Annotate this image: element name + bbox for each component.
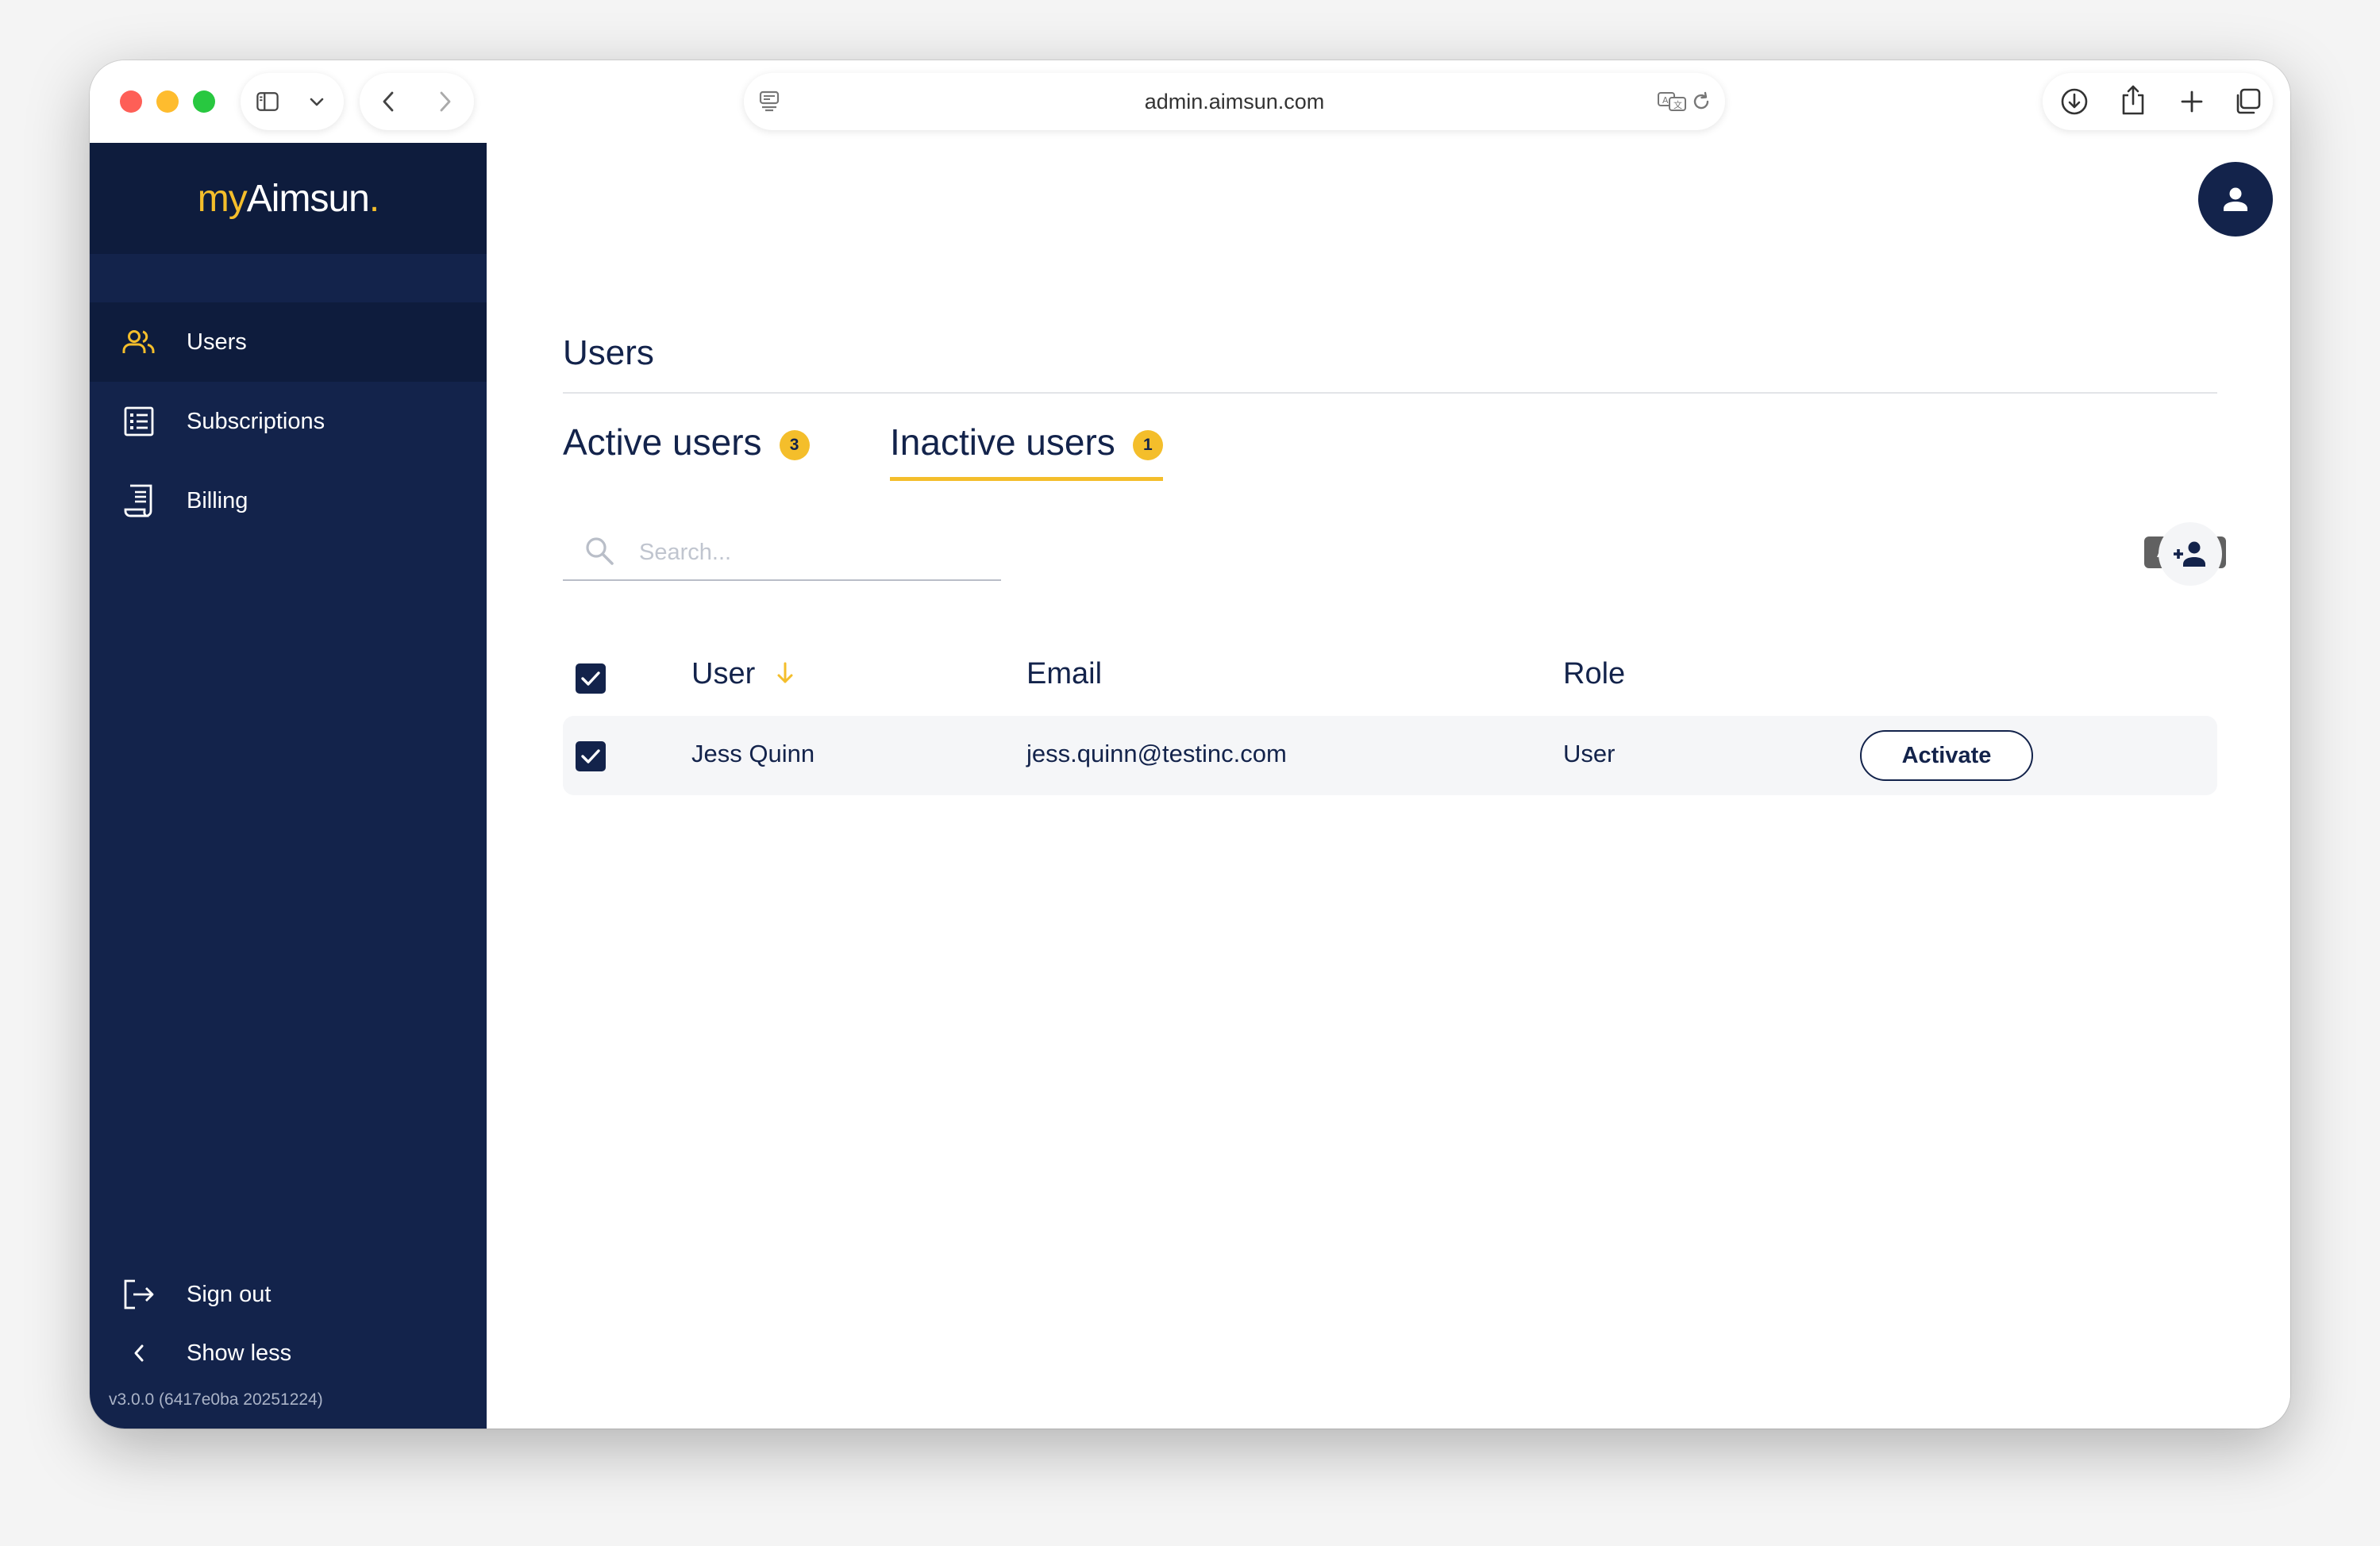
logo[interactable]: myAimsun. <box>198 177 379 221</box>
sidebar-toggle-icon[interactable] <box>256 90 279 113</box>
svg-text:A: A <box>1662 95 1669 106</box>
tab-label: Active users <box>563 421 762 463</box>
search-input[interactable] <box>639 530 988 575</box>
close-window-button[interactable] <box>120 90 142 113</box>
count-badge: 1 <box>1132 430 1163 460</box>
chevron-down-icon[interactable] <box>306 90 328 113</box>
logo-prefix: my <box>197 177 248 220</box>
url-text[interactable]: admin.aimsun.com <box>744 73 1725 130</box>
sidebar-toggle-group <box>241 73 344 130</box>
person-icon <box>2224 187 2247 211</box>
browser-window: admin.aimsun.com A文 myAimsun. Users Subs… <box>90 60 2290 1429</box>
sign-out-icon <box>121 1277 156 1312</box>
account-avatar[interactable] <box>2198 162 2273 237</box>
svg-text:文: 文 <box>1673 99 1682 110</box>
add-user-button[interactable] <box>2159 522 2222 586</box>
forward-icon[interactable] <box>434 90 456 113</box>
tab-inactive-users[interactable]: Inactive users 1 <box>890 421 1163 481</box>
activate-button[interactable]: Activate <box>1860 730 2033 781</box>
users-icon <box>121 325 156 360</box>
tab-active-users[interactable]: Active users 3 <box>563 421 810 481</box>
column-header-role[interactable]: Role <box>1563 657 1625 691</box>
sign-out-button[interactable]: Sign out <box>90 1267 487 1322</box>
history-nav-group <box>360 73 474 130</box>
sidebar-item-users[interactable]: Users <box>90 302 487 382</box>
cell-user: Jess Quinn <box>691 740 815 767</box>
tab-label: Inactive users <box>890 421 1115 463</box>
sidebar-item-label: Users <box>187 329 247 355</box>
sidebar-item-label: Subscriptions <box>187 408 325 434</box>
browser-actions-group <box>2043 73 2273 130</box>
cell-email: jess.quinn@testinc.com <box>1026 740 1287 767</box>
logo-dot: . <box>368 177 379 220</box>
column-header-email[interactable]: Email <box>1026 657 1102 691</box>
downloads-icon[interactable] <box>2060 87 2089 116</box>
add-user-icon <box>2174 541 2205 567</box>
sidebar-item-billing[interactable]: Billing <box>90 461 487 540</box>
chevron-left-icon <box>121 1336 156 1371</box>
back-icon[interactable] <box>377 90 399 113</box>
zoom-window-button[interactable] <box>193 90 215 113</box>
column-header-label: User <box>691 657 756 690</box>
page-title: Users <box>563 333 654 372</box>
title-divider <box>563 392 2217 394</box>
reload-icon[interactable] <box>1690 90 1712 113</box>
share-icon[interactable] <box>2119 84 2147 116</box>
show-less-button[interactable]: Show less <box>90 1325 487 1381</box>
cell-role: User <box>1563 740 1616 767</box>
address-bar[interactable]: admin.aimsun.com A文 <box>744 73 1725 130</box>
translate-icon[interactable]: A文 <box>1657 90 1689 113</box>
tab-overview-icon[interactable] <box>2233 87 2262 116</box>
new-tab-icon[interactable] <box>2178 87 2206 116</box>
checkmark-icon <box>581 749 600 763</box>
sidebar: myAimsun. Users Subscriptions Billing Si… <box>90 143 487 1429</box>
sort-descending-icon <box>777 662 793 683</box>
logo-main: Aimsun <box>246 177 370 220</box>
row-checkbox[interactable] <box>576 741 606 771</box>
checkmark-icon <box>581 671 600 686</box>
search-box <box>563 527 1001 581</box>
column-header-user[interactable]: User <box>691 657 795 691</box>
list-icon <box>121 404 156 439</box>
sidebar-item-label: Billing <box>187 487 248 513</box>
logo-area: myAimsun. <box>90 143 487 254</box>
version-label: v3.0.0 (6417e0ba 20251224) <box>109 1390 323 1409</box>
minimize-window-button[interactable] <box>156 90 179 113</box>
main-content: Users Active users 3 Inactive users 1 Ac… <box>487 143 2290 1429</box>
show-less-label: Show less <box>187 1340 292 1366</box>
count-badge: 3 <box>779 430 810 460</box>
select-all-checkbox[interactable] <box>576 663 606 694</box>
receipt-icon <box>121 483 156 518</box>
sign-out-label: Sign out <box>187 1281 272 1307</box>
search-icon <box>583 535 615 567</box>
browser-toolbar: admin.aimsun.com A文 <box>90 60 2290 143</box>
sidebar-item-subscriptions[interactable]: Subscriptions <box>90 382 487 461</box>
